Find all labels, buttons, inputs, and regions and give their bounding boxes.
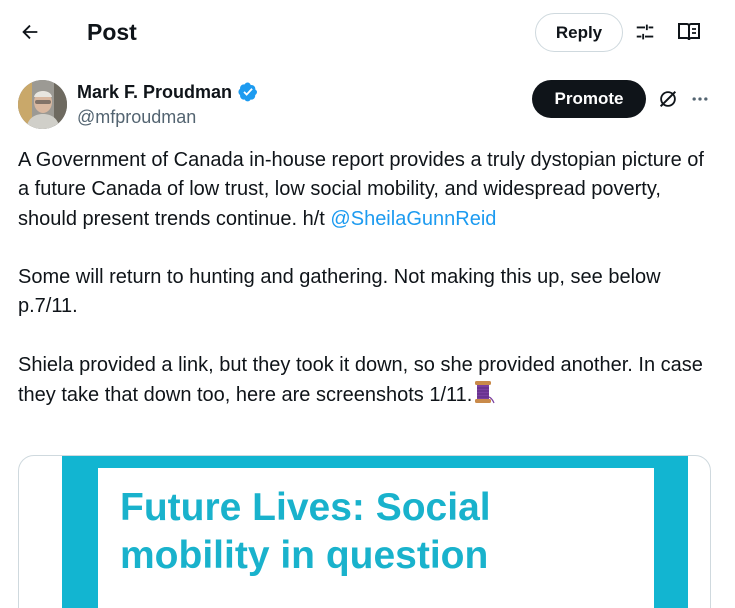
media-attachment[interactable]: Future Lives: Social mobility in questio… [18, 455, 711, 608]
post-paragraph-3-text: Shiela provided a link, but they took it… [18, 354, 703, 407]
mention-link[interactable]: @SheilaGunnReid [330, 208, 496, 230]
reader-book-icon [678, 23, 700, 41]
post-body: A Government of Canada in-house report p… [18, 146, 718, 414]
media-title-line-1: Future Lives: Social [120, 486, 491, 529]
filter-sliders-icon [636, 24, 654, 40]
grok-icon [659, 90, 677, 108]
reply-button[interactable]: Reply [535, 13, 623, 52]
author-name-text: Mark F. Proudman [77, 82, 233, 102]
page-title: Post [87, 19, 137, 45]
back-button[interactable] [12, 14, 48, 50]
more-dots-icon [692, 97, 708, 101]
back-arrow-icon [22, 24, 38, 40]
post-paragraph-3: Shiela provided a link, but they took it… [18, 351, 718, 414]
post-header: Post Reply [0, 0, 735, 64]
avatar-image [18, 80, 67, 129]
promote-button[interactable]: Promote [532, 80, 646, 118]
author-name[interactable]: Mark F. Proudman [77, 80, 258, 104]
post-paragraph-2: Some will return to hunting and gatherin… [18, 266, 661, 318]
post-author: Mark F. Proudman @mfproudman Promote [0, 76, 735, 136]
filter-button[interactable] [630, 17, 660, 47]
media-image-title: Future Lives: Social mobility in questio… [120, 484, 640, 580]
author-handle[interactable]: @mfproudman [77, 105, 196, 129]
media-title-line-2: mobility in question [120, 534, 489, 577]
verified-badge-icon [238, 82, 258, 102]
post-paragraph-1: A Government of Canada in-house report p… [18, 146, 718, 234]
more-options-button[interactable] [686, 85, 714, 113]
reader-mode-button[interactable] [674, 17, 704, 47]
grok-button[interactable] [654, 85, 682, 113]
spool-emoji-icon [473, 380, 495, 413]
avatar[interactable] [18, 80, 67, 129]
